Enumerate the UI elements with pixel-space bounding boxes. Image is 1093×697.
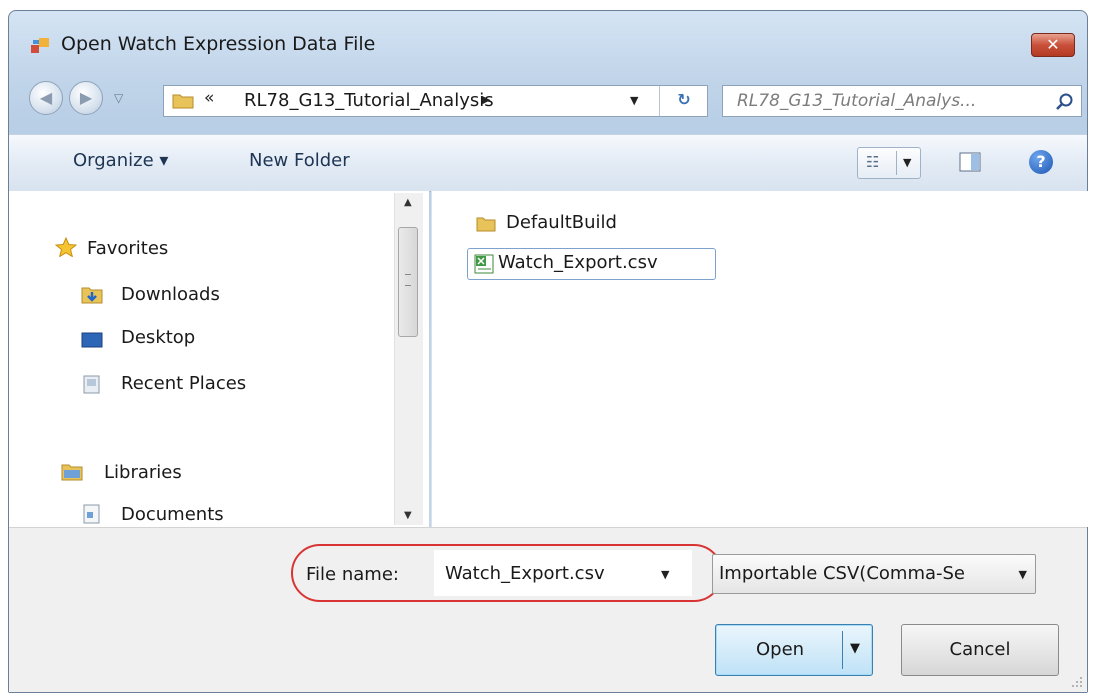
- nav-item-documents[interactable]: Documents: [121, 504, 224, 525]
- nav-item-libraries[interactable]: Libraries: [104, 462, 182, 483]
- breadcrumb-current[interactable]: RL78_G13_Tutorial_Analysis: [244, 90, 494, 111]
- file-name-value[interactable]: Watch_Export.csv: [445, 563, 605, 584]
- scroll-thumb[interactable]: [398, 227, 418, 337]
- dialog-footer: File name: Watch_Export.csv ▼ Importable…: [9, 527, 1087, 692]
- downloads-folder-icon: [81, 287, 103, 304]
- file-item-csv: Watch_Export.csv: [498, 252, 658, 273]
- libraries-icon: [61, 464, 83, 481]
- file-item-selected[interactable]: Watch_Export.csv: [467, 248, 716, 280]
- back-button[interactable]: ◀: [29, 81, 63, 115]
- open-file-dialog: Open Watch Expression Data File ✕ ◀ ▶ ▽ …: [8, 10, 1088, 693]
- scroll-up-arrow-icon[interactable]: ▲: [404, 197, 412, 208]
- documents-icon: [83, 504, 100, 524]
- view-dropdown-icon[interactable]: ▼: [903, 156, 911, 169]
- breadcrumb-overflow-icon[interactable]: «: [204, 88, 214, 108]
- nav-item-favorites[interactable]: Favorites: [87, 238, 168, 259]
- folder-icon: [476, 217, 496, 232]
- file-type-dropdown-icon[interactable]: ▼: [1019, 568, 1027, 581]
- forward-button[interactable]: ▶: [69, 81, 103, 115]
- file-name-label: File name:: [306, 564, 399, 585]
- file-type-select[interactable]: Importable CSV(Comma-Se ▼: [712, 554, 1036, 594]
- address-dropdown-icon[interactable]: ▼: [630, 94, 638, 107]
- refresh-button[interactable]: ↻: [659, 86, 708, 116]
- new-folder-button[interactable]: New Folder: [249, 150, 350, 171]
- resize-grip-icon[interactable]: [1069, 674, 1083, 688]
- title-bar: Open Watch Expression Data File ✕: [9, 11, 1087, 73]
- nav-item-downloads[interactable]: Downloads: [121, 284, 220, 305]
- nav-scrollbar[interactable]: ▲ ▼: [394, 193, 423, 525]
- forward-arrow-icon: ▶: [79, 88, 93, 107]
- back-arrow-icon: ◀: [39, 88, 53, 107]
- recent-locations-dropdown-icon[interactable]: ▽: [114, 91, 123, 105]
- change-view-button[interactable]: ☷ ▼: [857, 147, 921, 179]
- navigation-pane: Favorites Downloads Desktop Recent Place…: [9, 191, 429, 527]
- star-icon: [55, 237, 77, 257]
- file-list: DefaultBuild Watch_Export.csv: [431, 191, 1088, 527]
- app-icon: [31, 38, 49, 53]
- nav-item-recent-places[interactable]: Recent Places: [121, 373, 246, 394]
- window-title: Open Watch Expression Data File: [61, 33, 376, 55]
- scroll-down-arrow-icon[interactable]: ▼: [404, 510, 412, 521]
- help-icon[interactable]: ?: [1029, 150, 1053, 174]
- breadcrumb-arrow-icon[interactable]: ▶: [482, 93, 490, 106]
- divider: [842, 631, 843, 669]
- organize-menu[interactable]: Organize ▾: [73, 150, 168, 171]
- desktop-icon: [81, 332, 103, 348]
- command-toolbar: Organize ▾ New Folder ☷ ▼ ?: [9, 134, 1087, 192]
- file-type-value: Importable CSV(Comma-Se: [719, 563, 965, 584]
- file-item-folder[interactable]: DefaultBuild: [506, 212, 617, 233]
- refresh-icon: ↻: [677, 90, 691, 109]
- grip-icon: [405, 274, 411, 286]
- search-icon[interactable]: [1055, 92, 1075, 112]
- address-bar[interactable]: « RL78_G13_Tutorial_Analysis ▶ ▼ ↻: [163, 85, 708, 117]
- open-dropdown-icon[interactable]: ▼: [850, 641, 860, 656]
- file-name-input[interactable]: Watch_Export.csv ▼: [434, 550, 692, 596]
- divider: [896, 151, 897, 175]
- file-name-dropdown-icon[interactable]: ▼: [661, 568, 669, 581]
- csv-file-icon: [474, 254, 494, 274]
- nav-item-desktop[interactable]: Desktop: [121, 327, 195, 348]
- search-box[interactable]: RL78_G13_Tutorial_Analys...: [722, 85, 1082, 117]
- open-button-label: Open: [756, 639, 805, 660]
- folder-icon: [172, 94, 194, 109]
- cancel-button[interactable]: Cancel: [901, 624, 1059, 676]
- search-placeholder: RL78_G13_Tutorial_Analys...: [737, 91, 977, 111]
- recent-places-icon: [83, 375, 100, 394]
- details-view-icon: ☷: [866, 153, 880, 171]
- close-button[interactable]: ✕: [1031, 33, 1075, 57]
- open-button[interactable]: Open ▼: [715, 624, 873, 676]
- preview-pane-icon[interactable]: [959, 152, 981, 172]
